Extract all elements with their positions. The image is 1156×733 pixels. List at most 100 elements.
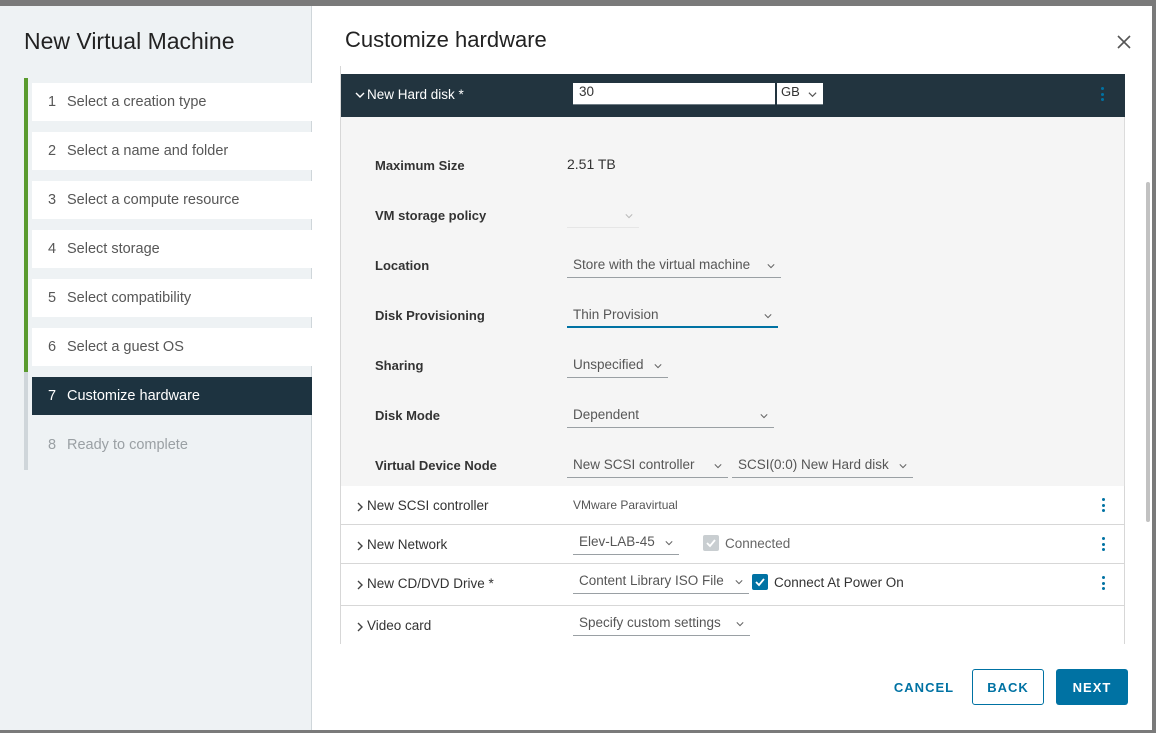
chevron-right-icon[interactable] (355, 499, 365, 517)
hard-disk-header[interactable]: New Hard disk * 30 GB (341, 74, 1125, 117)
wizard-title: New Virtual Machine (24, 28, 235, 54)
disk-mode-row: Disk Mode Dependent (375, 404, 1115, 428)
chevron-right-icon[interactable] (355, 538, 365, 556)
wizard-step-4[interactable]: 4 Select storage (24, 225, 312, 274)
location-row: Location Store with the virtual machine (375, 254, 1115, 278)
wizard-step-1[interactable]: 1 Select a creation type (24, 78, 312, 127)
cd-dvd-value: Content Library ISO File (579, 573, 724, 588)
scsi-controller-value: VMware Paravirtual (573, 498, 678, 512)
network-select[interactable]: Elev-LAB-45 (573, 531, 679, 555)
storage-policy-select[interactable] (567, 204, 639, 228)
vdn-controller-value: New SCSI controller (573, 457, 695, 472)
video-card-select[interactable]: Specify custom settings (573, 612, 750, 636)
video-card-label: Video card (367, 618, 432, 633)
scsi-controller-menu-icon[interactable] (1102, 498, 1106, 514)
chevron-down-icon[interactable] (355, 87, 365, 105)
max-size-value: 2.51 TB (567, 156, 616, 172)
wizard-step-8: 8 Ready to complete (24, 421, 312, 470)
hardware-rows: New SCSI controller VMware Paravirtual N… (341, 486, 1125, 644)
video-card-value: Specify custom settings (579, 615, 721, 630)
wizard-sidebar: New Virtual Machine 1 Select a creation t… (0, 6, 312, 730)
chevron-right-icon[interactable] (355, 619, 365, 637)
cd-dvd-menu-icon[interactable] (1102, 576, 1106, 592)
sharing-label: Sharing (375, 358, 424, 373)
disk-mode-select[interactable]: Dependent (567, 404, 774, 428)
wizard-step-7[interactable]: 7 Customize hardware (24, 372, 312, 421)
chevron-down-icon (654, 364, 662, 369)
cd-dvd-label: New CD/DVD Drive * (367, 576, 494, 591)
video-card-row[interactable]: Video card Specify custom settings (341, 606, 1125, 644)
chevron-down-icon (760, 414, 768, 419)
new-vm-dialog: New Virtual Machine 1 Select a creation t… (0, 6, 1152, 730)
step-number: 8 (48, 437, 57, 453)
back-button[interactable]: BACK (972, 669, 1044, 705)
wizard-step-2[interactable]: 2 Select a name and folder (24, 127, 312, 176)
cd-dvd-row[interactable]: New CD/DVD Drive * Content Library ISO F… (341, 564, 1125, 606)
step-label: Select compatibility (67, 290, 192, 306)
cancel-button[interactable]: CANCEL (884, 669, 964, 705)
chevron-down-icon (714, 464, 722, 469)
location-select[interactable]: Store with the virtual machine (567, 254, 781, 278)
sharing-select[interactable]: Unspecified (567, 354, 668, 378)
disk-provisioning-value: Thin Provision (573, 307, 659, 322)
step-number: 5 (48, 290, 57, 306)
connect-at-power-on-checkbox[interactable] (752, 574, 768, 590)
chevron-down-icon (767, 264, 775, 269)
virtual-device-node-label: Virtual Device Node (375, 458, 497, 473)
vdn-disk-value: SCSI(0:0) New Hard disk (738, 457, 889, 472)
storage-policy-label: VM storage policy (375, 208, 487, 223)
connected-label: Connected (725, 536, 791, 551)
vdn-controller-select[interactable]: New SCSI controller (567, 454, 728, 478)
chevron-down-icon (808, 92, 817, 98)
scrollbar[interactable] (1146, 182, 1150, 522)
storage-policy-row: VM storage policy (375, 204, 1115, 228)
hard-disk-label: New Hard disk * (367, 87, 464, 102)
sharing-value: Unspecified (573, 357, 644, 372)
connect-at-power-on-label: Connect At Power On (774, 575, 904, 590)
disk-size-input[interactable]: 30 (573, 83, 775, 105)
network-label: New Network (367, 537, 448, 552)
location-label: Location (375, 258, 430, 273)
network-value: Elev-LAB-45 (579, 534, 655, 549)
scsi-controller-label: New SCSI controller (367, 498, 489, 513)
page-title: Customize hardware (345, 27, 547, 52)
step-number: 3 (48, 192, 57, 208)
sharing-row: Sharing Unspecified (375, 354, 1115, 378)
wizard-step-3[interactable]: 3 Select a compute resource (24, 176, 312, 225)
step-number: 6 (48, 339, 57, 355)
chevron-down-icon (764, 314, 772, 319)
location-value: Store with the virtual machine (573, 257, 751, 272)
chevron-down-icon (735, 580, 743, 585)
main-panel: Customize hardware New Hard disk * 30 GB (312, 6, 1152, 730)
connected-checkbox[interactable] (703, 535, 719, 551)
wizard-step-6[interactable]: 6 Select a guest OS (24, 323, 312, 372)
checkmark-icon (706, 539, 716, 548)
hard-disk-menu-icon[interactable] (1101, 87, 1105, 103)
chevron-down-icon (736, 622, 744, 627)
step-label: Select a guest OS (67, 339, 184, 355)
disk-provisioning-select[interactable]: Thin Provision (567, 304, 778, 328)
vdn-disk-select[interactable]: SCSI(0:0) New Hard disk (732, 454, 913, 478)
hard-disk-details: Maximum Size 2.51 TB VM storage policy L… (341, 117, 1125, 486)
wizard-step-5[interactable]: 5 Select compatibility (24, 274, 312, 323)
next-button[interactable]: NEXT (1056, 669, 1128, 705)
disk-size-unit-select[interactable]: GB (777, 83, 823, 105)
step-label: Customize hardware (67, 388, 200, 404)
disk-provisioning-label: Disk Provisioning (375, 308, 485, 323)
step-label: Select a creation type (67, 94, 207, 110)
step-label: Select a compute resource (67, 192, 240, 208)
close-icon[interactable] (1114, 32, 1134, 52)
chevron-down-icon (625, 214, 633, 219)
scsi-controller-row[interactable]: New SCSI controller VMware Paravirtual (341, 486, 1125, 525)
max-size-label: Maximum Size (375, 158, 465, 173)
cd-dvd-select[interactable]: Content Library ISO File (573, 570, 749, 594)
disk-mode-value: Dependent (573, 407, 640, 422)
network-row[interactable]: New Network Elev-LAB-45 Connected (341, 525, 1125, 564)
chevron-down-icon (665, 541, 673, 546)
disk-mode-label: Disk Mode (375, 408, 441, 423)
step-label: Select storage (67, 241, 160, 257)
step-number: 7 (48, 388, 57, 404)
chevron-right-icon[interactable] (355, 577, 365, 595)
network-menu-icon[interactable] (1102, 537, 1106, 553)
hardware-list: New Hard disk * 30 GB Maximum Size 2.51 … (340, 66, 1152, 644)
